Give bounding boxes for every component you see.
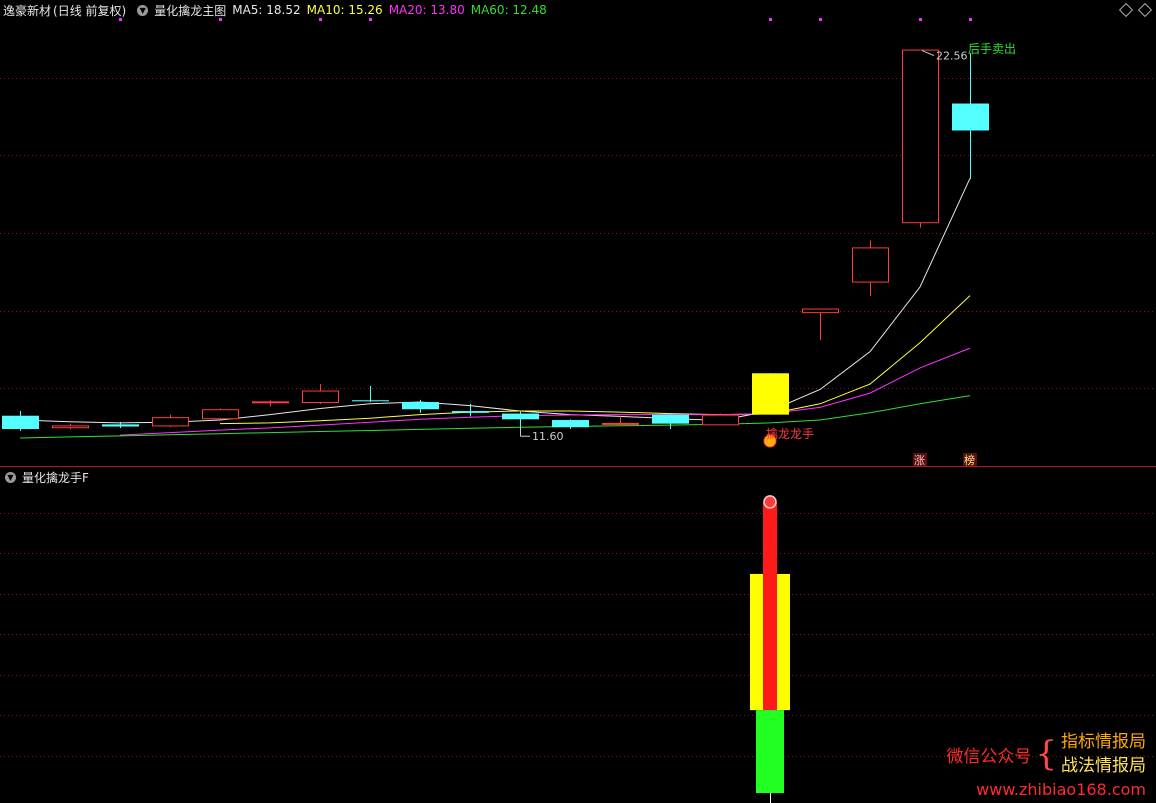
indicator-bar (763, 502, 777, 711)
badge-zhang: 涨 (914, 454, 925, 466)
candle-body (452, 411, 489, 413)
candle-body (852, 247, 889, 283)
watermark-name1: 指标情报局 (1061, 732, 1146, 752)
signal-ball-icon (763, 495, 777, 509)
watermark-name2: 战法情报局 (1061, 756, 1146, 776)
watermark: 微信公众号 { 指标情报局 战法情报局 www.zhibiao168.com (946, 730, 1146, 799)
brace-icon: { (1035, 734, 1057, 774)
high-price-label: 22.56 (936, 50, 968, 63)
candle-body (552, 420, 589, 428)
sub-chart-pane[interactable]: ▼ 量化擒龙手F 微信公众号 { 指标情报局 战法情报局 www.zhibiao… (0, 467, 1156, 803)
candle-body (352, 400, 389, 402)
candle-body (902, 49, 939, 224)
marker-dot (819, 18, 822, 21)
ma60-label: MA60: 12.48 (470, 3, 547, 17)
low-price-label: 11.60 (532, 430, 564, 443)
candle-body (652, 414, 689, 424)
sub-indicator-name[interactable]: 量化擒龙手F (22, 469, 89, 486)
candle-body (502, 413, 539, 420)
main-chart-pane[interactable]: 22.56 11.60 后手卖出擒龙龙手涨 榜 逸豪新材 (日线 前复权) ▼ 量化擒… (0, 0, 1156, 466)
candle-body (52, 425, 89, 429)
watermark-wechat: 微信公众号 (946, 746, 1032, 767)
stock-name: 逸豪新材 (3, 3, 52, 18)
sell-signal-label: 后手卖出 (968, 42, 1016, 56)
candle-body (252, 401, 289, 404)
candlestick-chart[interactable]: 22.56 11.60 后手卖出擒龙龙手涨 榜 (0, 0, 1156, 466)
candle-body (802, 308, 839, 314)
marker-dot (769, 18, 772, 21)
candle-body (2, 415, 39, 430)
badge-bang: 榜 (964, 453, 975, 466)
candle-body (202, 409, 239, 420)
candle-body (102, 424, 139, 427)
candle-body (952, 103, 989, 131)
candle-body (702, 414, 739, 426)
candle-body (602, 422, 639, 425)
marker-dot (919, 18, 922, 21)
main-indicator-name[interactable]: 量化擒龙主图 (154, 2, 226, 19)
chevron-down-icon[interactable]: ▼ (5, 471, 16, 483)
watermark-url: www.zhibiao168.com (976, 780, 1146, 799)
candle-body (752, 373, 789, 415)
marker-dot (969, 18, 972, 21)
ma5-label: MA5: 18.52 (232, 3, 301, 17)
chevron-down-icon[interactable]: ▼ (137, 4, 149, 16)
sub-header: ▼ 量化擒龙手F (0, 467, 95, 487)
ma20-label: MA20: 13.80 (388, 3, 465, 17)
main-header: 逸豪新材 (日线 前复权) ▼ 量化擒龙主图 MA5: 18.52 MA10: … (0, 0, 553, 20)
buy-signal-label: 擒龙龙手 (766, 426, 814, 441)
ma5-line (19, 178, 971, 424)
period-label: (日线 前复权) (53, 3, 127, 18)
candle-body (402, 402, 439, 410)
candle-body (302, 390, 339, 404)
ma10-line (219, 295, 971, 425)
ma10-label: MA10: 15.26 (306, 3, 383, 17)
ma20-line (119, 347, 971, 436)
indicator-bar (756, 710, 784, 793)
candle-body (152, 417, 189, 427)
